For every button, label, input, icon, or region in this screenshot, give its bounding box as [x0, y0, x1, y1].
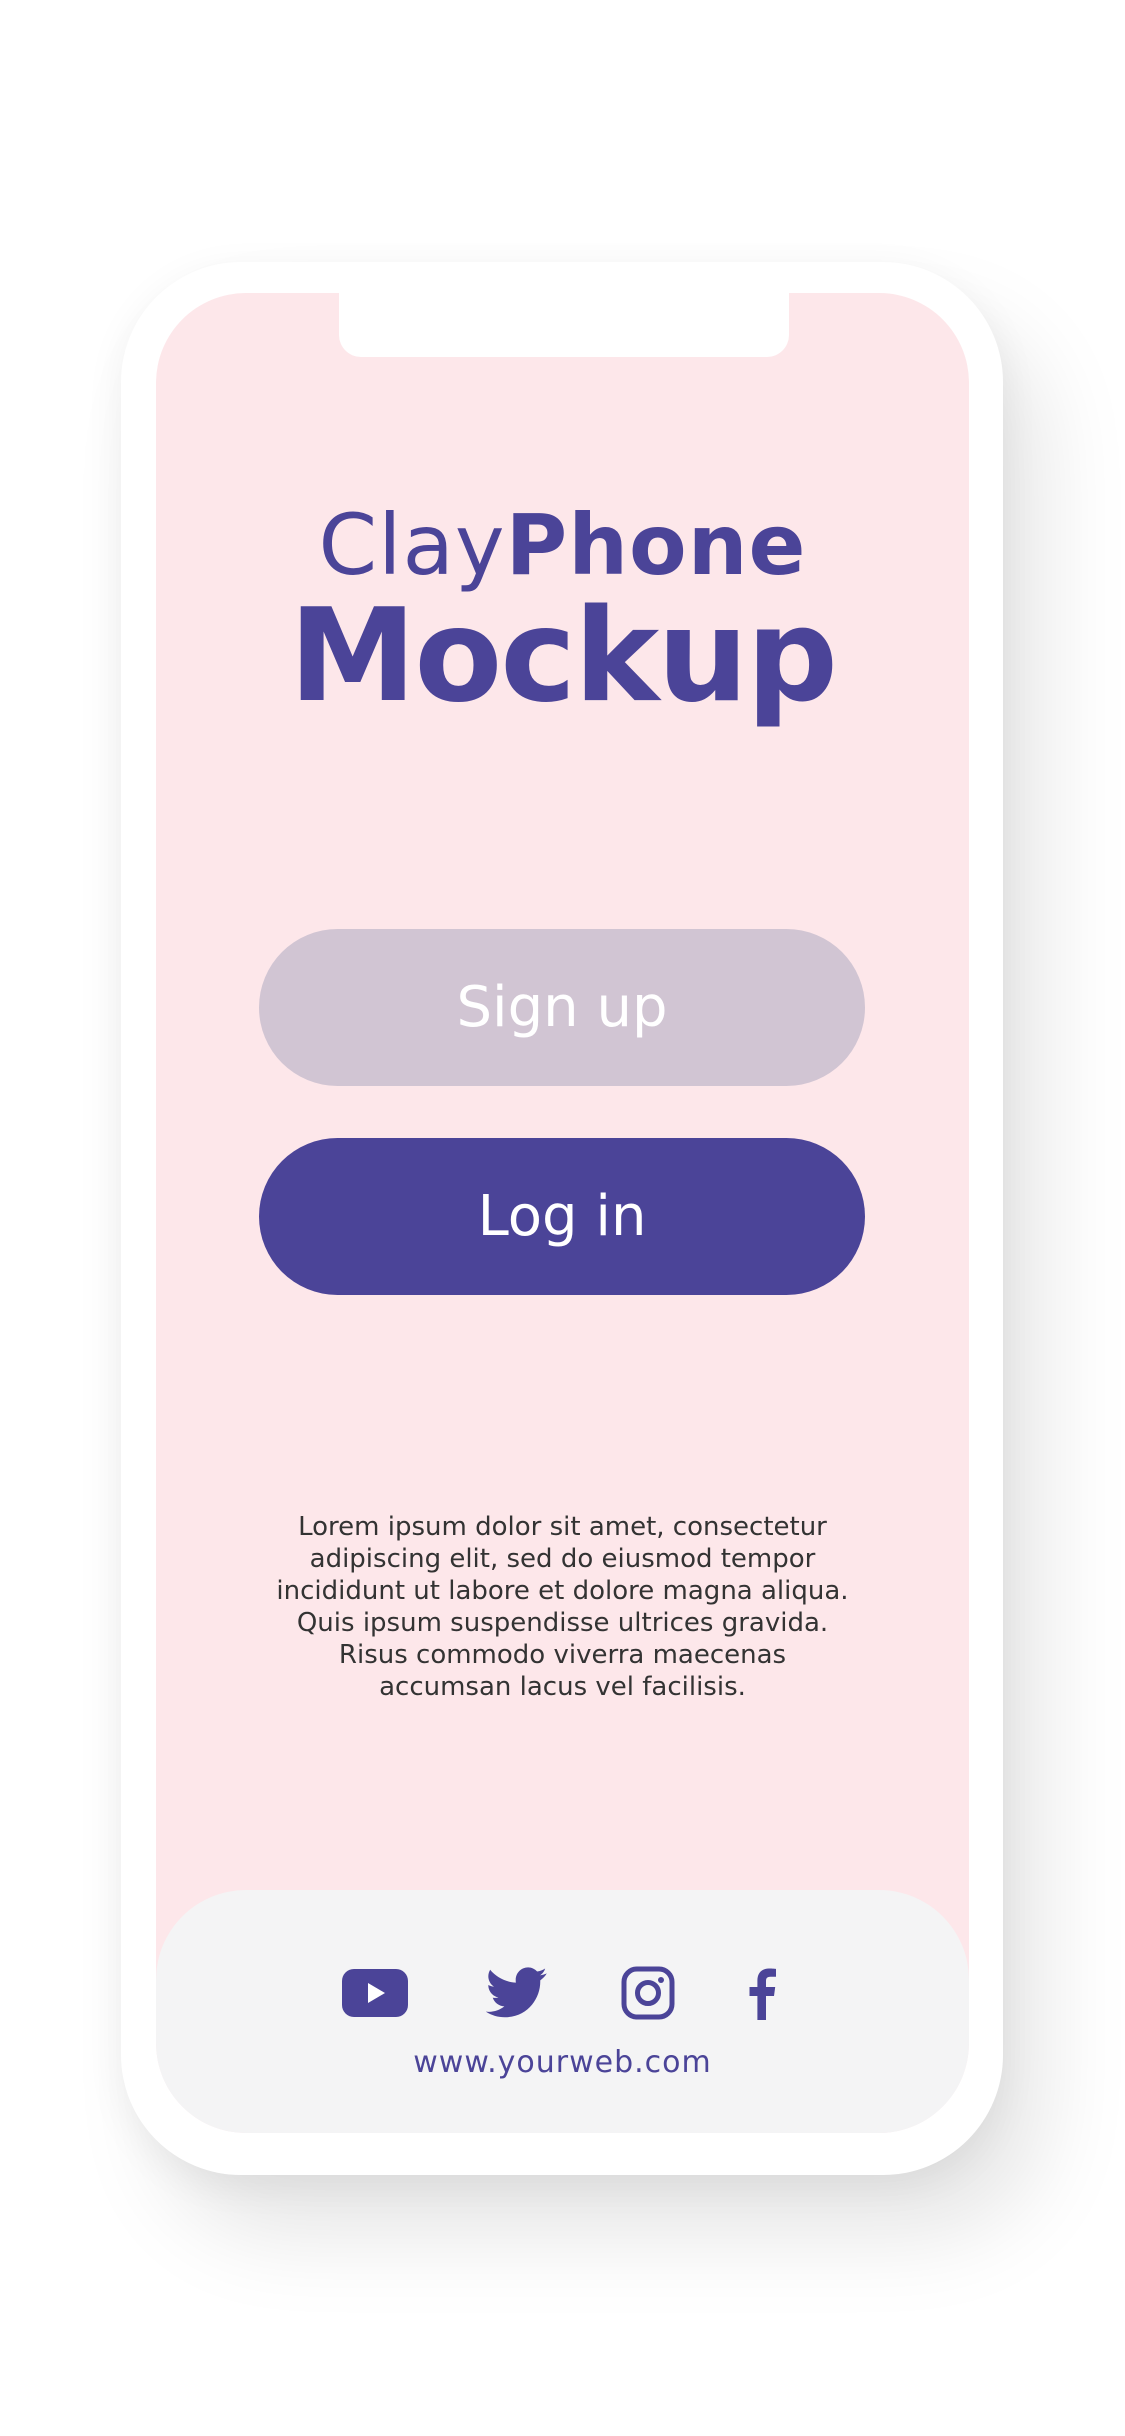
social-icons — [156, 1965, 969, 2021]
description-text: Lorem ipsum dolor sit amet, consectetur … — [276, 1512, 849, 1702]
app-title: ClayPhone — [156, 503, 969, 587]
login-button[interactable]: Log in — [259, 1138, 865, 1295]
facebook-icon[interactable] — [746, 1965, 778, 2021]
footer: www.yourweb.com — [156, 1890, 969, 2133]
app-title-clay: Clay — [318, 496, 506, 594]
phone-frame: ClayPhone Mockup Sign up Log in Lorem ip… — [121, 262, 1003, 2175]
app-title-phone: Phone — [505, 496, 807, 594]
phone-screen: ClayPhone Mockup Sign up Log in Lorem ip… — [156, 293, 969, 2133]
app-title-mockup: Mockup — [288, 582, 838, 731]
signup-button[interactable]: Sign up — [259, 929, 865, 1086]
youtube-icon[interactable] — [342, 1965, 408, 2021]
instagram-icon[interactable] — [620, 1965, 676, 2021]
phone-notch — [339, 293, 789, 357]
stage: ClayPhone Mockup Sign up Log in Lorem ip… — [0, 0, 1125, 2436]
twitter-icon[interactable] — [486, 1965, 548, 2021]
website-url[interactable]: www.yourweb.com — [156, 2045, 969, 2080]
